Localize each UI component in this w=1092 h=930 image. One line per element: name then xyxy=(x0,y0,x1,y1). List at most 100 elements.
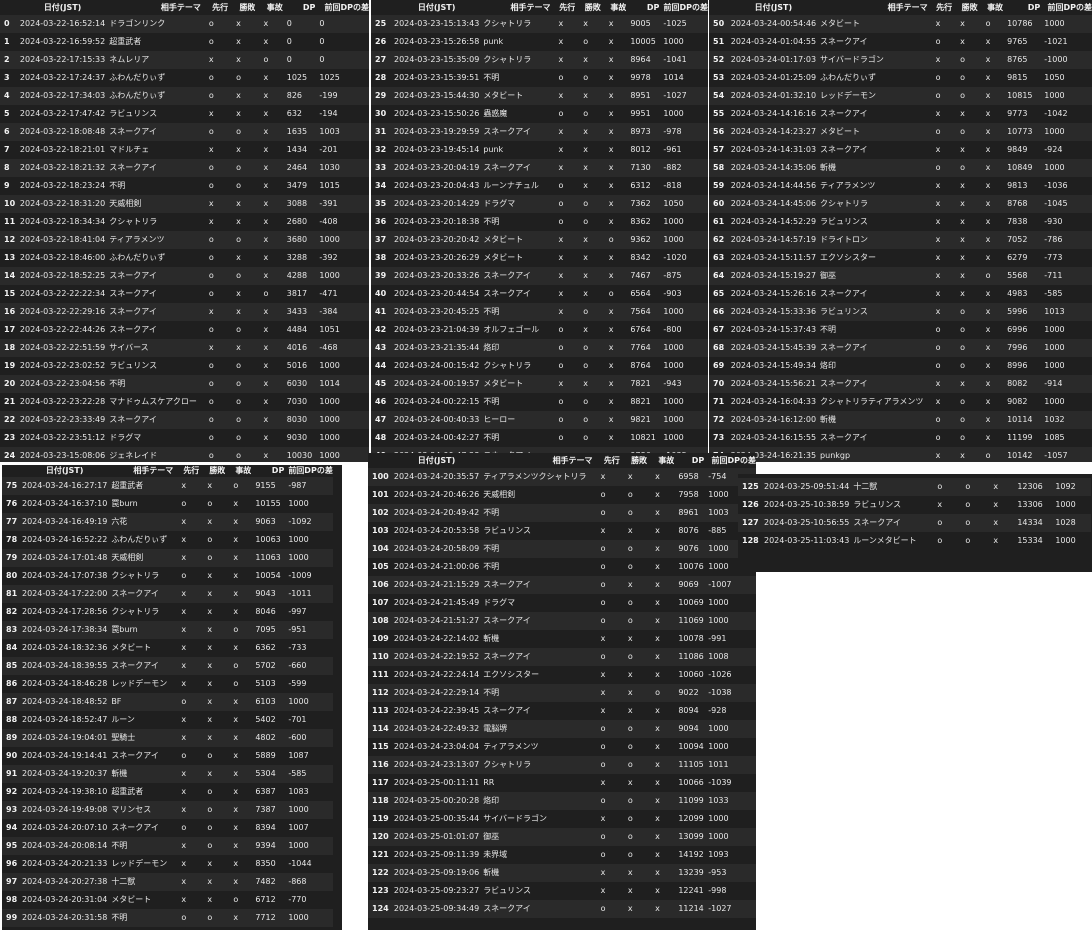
cell-diff: -930 xyxy=(1040,213,1092,231)
cell-win: o xyxy=(619,486,648,504)
cell-diff: 1000 xyxy=(659,105,708,123)
cell-index: 5 xyxy=(0,105,16,123)
cell-accident: x xyxy=(225,549,252,567)
cell-diff: -991 xyxy=(704,630,756,648)
cell-dp: 15334 xyxy=(1013,532,1052,550)
cell-accident: x xyxy=(985,478,1014,496)
cell-first: o xyxy=(927,357,953,375)
cell-diff: 1000 xyxy=(659,303,708,321)
cell-first: o xyxy=(592,900,620,918)
cell-index: 70 xyxy=(709,375,727,393)
cell-first: o xyxy=(550,213,576,231)
cell-date: 2024-03-24-22:49:32 xyxy=(389,720,480,738)
cell-accident: o xyxy=(600,231,627,249)
header-diff: 前回DPの差 xyxy=(324,3,369,12)
cell-accident: x xyxy=(977,177,1004,195)
cell-diff: 1000 xyxy=(315,447,369,462)
header-opponent: 相手テーマ xyxy=(160,3,201,12)
cell-dp: 4983 xyxy=(1003,285,1041,303)
cell-win: o xyxy=(619,648,648,666)
table-row: 28 2024-03-23-15:39:51 不明 o o x 9978 1014 xyxy=(371,69,708,87)
cell-accident: x xyxy=(647,612,675,630)
cell-win: x xyxy=(619,684,648,702)
cell-diff: -1021 xyxy=(1040,33,1092,51)
cell-first: x xyxy=(173,765,200,783)
cell-opponent: 電脳堺 xyxy=(479,720,593,738)
table-panel-3: 日付(JST) 相手テーマ 先行 勝敗 事故 DP 前回DPの差 50 2024-… xyxy=(709,0,1092,462)
cell-index: 53 xyxy=(709,69,727,87)
cell-date: 2024-03-22-18:31:20 xyxy=(15,195,106,213)
cell-win: x xyxy=(575,231,601,249)
cell-dp: 8973 xyxy=(626,123,660,141)
cell-date: 2024-03-24-14:35:06 xyxy=(726,159,817,177)
cell-diff: -1041 xyxy=(659,51,708,69)
cell-first: o xyxy=(592,612,620,630)
cell-first: x xyxy=(200,141,229,159)
cell-first: o xyxy=(927,33,953,51)
cell-accident: x xyxy=(225,873,252,891)
cell-date: 2024-03-24-21:51:27 xyxy=(389,612,480,630)
cell-first: x xyxy=(550,303,576,321)
cell-diff: -1011 xyxy=(284,585,333,603)
cell-date: 2024-03-24-15:45:39 xyxy=(726,339,817,357)
cell-date: 2024-03-24-20:49:42 xyxy=(389,504,480,522)
cell-win: o xyxy=(199,909,226,927)
header-win: 勝敗 xyxy=(584,3,601,12)
table-row: 77 2024-03-24-16:49:19 六花 x x x 9063 -1092 xyxy=(2,513,333,531)
cell-index: 108 xyxy=(368,612,390,630)
cell-diff: -585 xyxy=(284,765,333,783)
table-row: 124 2024-03-25-09:34:49 スネークアイ o x x 11214 -102… xyxy=(368,900,756,918)
table-row: 83 2024-03-24-17:38:34 罠burn x x o 7095 -951 xyxy=(2,621,333,639)
cell-diff: -882 xyxy=(659,159,708,177)
cell-opponent: スネークアイ xyxy=(816,339,928,357)
cell-dp: 6712 xyxy=(251,891,285,909)
table-row: 36 2024-03-23-20:18:38 不明 o o x 8362 1000 xyxy=(371,213,708,231)
cell-dp: 8951 xyxy=(626,87,660,105)
cell-diff: 1030 xyxy=(315,159,369,177)
cell-accident: x xyxy=(647,576,675,594)
cell-accident: o xyxy=(977,447,1004,462)
cell-opponent: メタビート xyxy=(479,375,551,393)
cell-accident: x xyxy=(600,87,627,105)
header-index xyxy=(709,0,727,15)
cell-diff: 1000 xyxy=(284,801,333,819)
cell-opponent: サイバース xyxy=(105,339,201,357)
cell-opponent: 罠burn xyxy=(107,621,174,639)
cell-date: 2024-03-24-14:16:16 xyxy=(726,105,817,123)
cell-opponent: ルーンナチュル xyxy=(479,177,551,195)
cell-first: x xyxy=(173,783,200,801)
header-opponent: 相手テーマ xyxy=(510,3,551,12)
cell-index: 114 xyxy=(368,720,390,738)
table-row: 111 2024-03-24-22:24:14 エクソシスター x x x 10060 -10… xyxy=(368,666,756,684)
cell-diff: 1000 xyxy=(1040,357,1092,375)
cell-diff: 1032 xyxy=(1040,411,1092,429)
cell-date: 2024-03-22-22:22:34 xyxy=(15,285,106,303)
cell-index: 38 xyxy=(371,249,390,267)
cell-accident: x xyxy=(977,123,1004,141)
cell-dp: 11063 xyxy=(251,549,285,567)
cell-accident: x xyxy=(647,666,675,684)
table-row: 56 2024-03-24-14:23:27 メタビート o o x 10773 1000 xyxy=(709,123,1092,141)
cell-dp: 11105 xyxy=(674,756,705,774)
cell-index: 105 xyxy=(368,558,390,576)
cell-accident: x xyxy=(600,249,627,267)
cell-opponent: スネークアイ xyxy=(107,819,174,837)
cell-first: x xyxy=(173,711,200,729)
cell-diff: 1014 xyxy=(315,375,369,393)
cell-diff: 1000 xyxy=(659,33,708,51)
cell-index: 27 xyxy=(371,51,390,69)
table-row: 21 2024-03-22-23:22:28 マナドゥムスケアクロー o o x 7030 1… xyxy=(0,393,369,411)
table-row: 104 2024-03-24-20:58:09 不明 o o x 9076 1000 xyxy=(368,540,756,558)
cell-dp: 6279 xyxy=(1003,249,1041,267)
cell-accident: x xyxy=(255,357,283,375)
cell-opponent: 不明 xyxy=(479,504,593,522)
cell-opponent: 聖騎士 xyxy=(107,729,174,747)
cell-win: o xyxy=(957,532,986,550)
cell-first: o xyxy=(592,540,620,558)
cell-index: 14 xyxy=(0,267,16,285)
cell-index: 96 xyxy=(2,855,18,873)
cell-opponent: スネークアイ xyxy=(479,123,551,141)
cell-dp: 10066 xyxy=(674,774,705,792)
header-dp: DP xyxy=(646,3,660,12)
header-first: 先行 xyxy=(183,466,200,475)
